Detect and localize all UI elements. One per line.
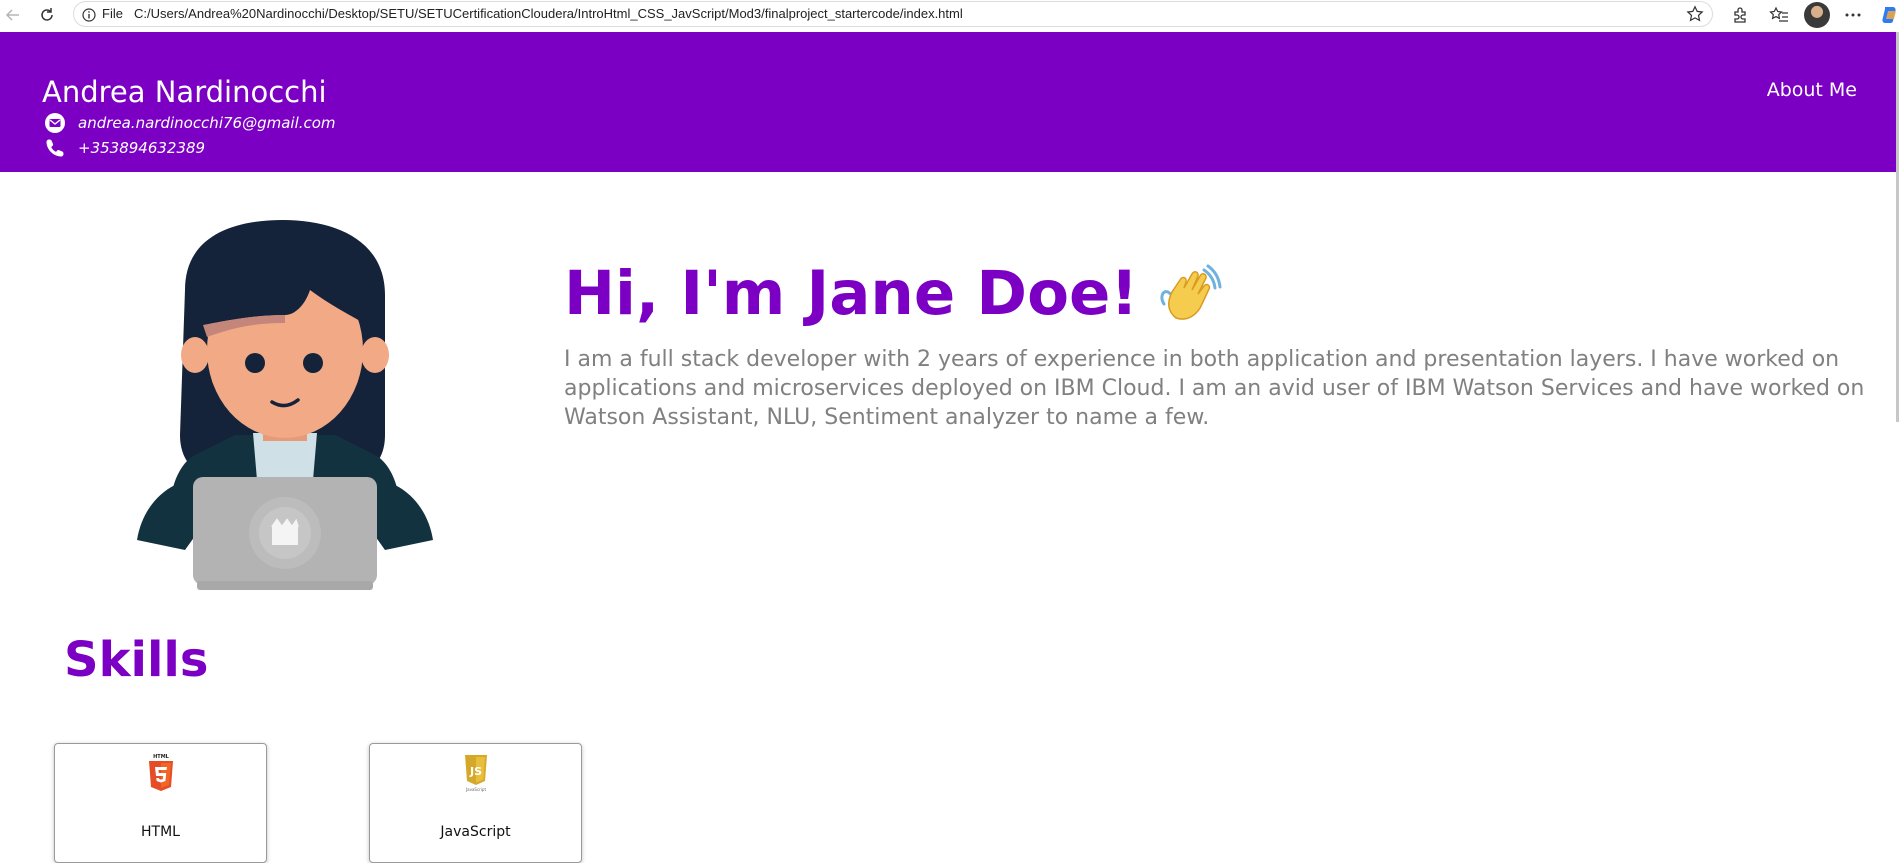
site-header: Andrea Nardinocchi andrea.nardinocchi76@… [0,32,1899,172]
hero-title: Hi, I'm Jane Doe! [564,258,1222,329]
contact-phone: +353894632389 [44,137,205,159]
info-icon[interactable] [82,7,96,26]
back-icon[interactable] [2,4,24,26]
extensions-icon[interactable] [1729,4,1751,26]
reload-icon[interactable] [36,4,58,26]
profile-avatar[interactable] [1804,2,1830,28]
hero-bio: I am a full stack developer with 2 years… [564,347,1865,430]
file-label: File [102,6,123,21]
phone-icon [44,137,66,159]
url-text[interactable]: C:/Users/Andrea%20Nardinocchi/Desktop/SE… [134,6,963,21]
developer-avatar-illustration [135,215,435,595]
waving-hand-icon [1158,262,1222,326]
svg-text:HTML: HTML [153,754,170,760]
html5-icon: HTML [147,753,175,793]
copilot-icon[interactable] [1878,4,1899,26]
skill-card-javascript[interactable]: JS JavaScript JavaScript [369,743,582,863]
phone-text[interactable]: +353894632389 [78,139,205,157]
svg-text:JavaScript: JavaScript [464,787,485,792]
owner-name: Andrea Nardinocchi [42,75,327,109]
nav-about-me[interactable]: About Me [1767,79,1857,101]
more-icon[interactable] [1842,4,1864,26]
address-bar[interactable]: File C:/Users/Andrea%20Nardinocchi/Deskt… [73,1,1713,27]
contact-email: andrea.nardinocchi76@gmail.com [44,112,336,134]
skills-title: Skills [64,632,209,688]
email-text[interactable]: andrea.nardinocchi76@gmail.com [78,114,336,132]
favorites-icon[interactable] [1768,4,1790,26]
svg-text:JS: JS [468,765,481,778]
hero-title-text: Hi, I'm Jane Doe! [564,258,1139,329]
star-icon[interactable] [1686,5,1704,27]
javascript-icon: JS JavaScript [462,753,490,793]
skill-card-html[interactable]: HTML HTML [54,743,267,863]
browser-toolbar: File C:/Users/Andrea%20Nardinocchi/Deskt… [0,0,1899,33]
envelope-icon [44,112,66,134]
